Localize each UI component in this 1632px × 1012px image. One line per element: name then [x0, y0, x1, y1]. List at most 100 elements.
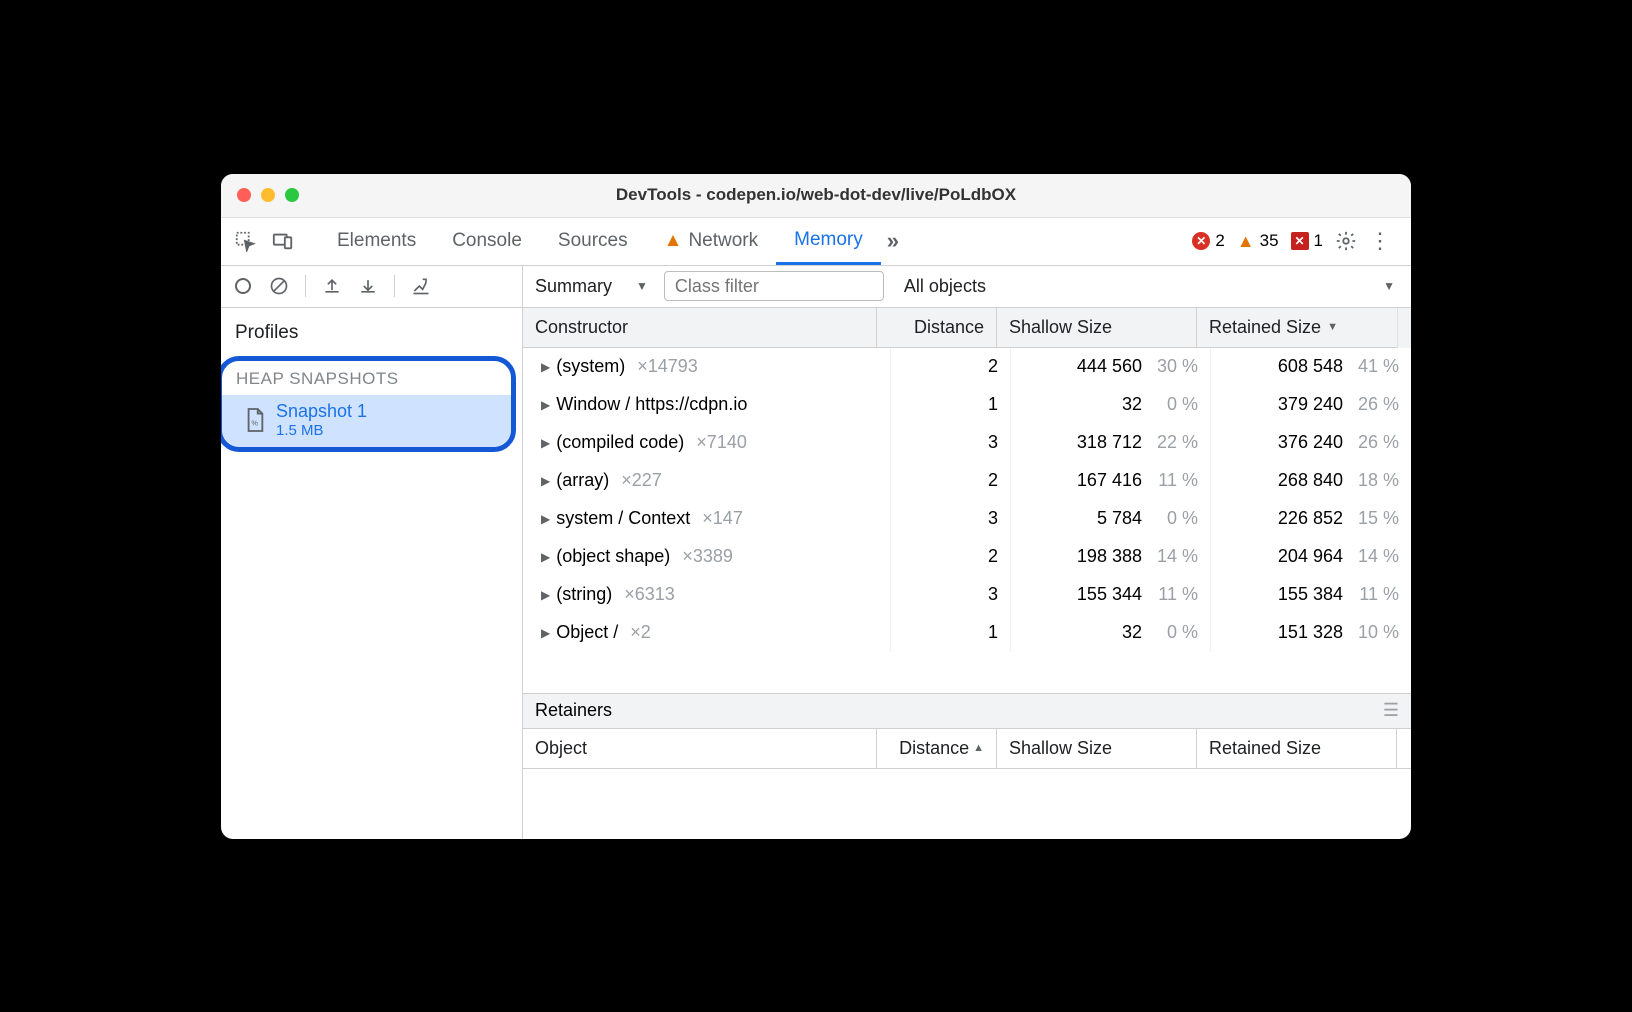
tab-sources[interactable]: Sources: [540, 218, 646, 265]
snapshot-size: 1.5 MB: [276, 422, 367, 439]
shallow-size-value: 5 784: [1097, 508, 1142, 529]
messages-count: 1: [1314, 231, 1323, 251]
close-window-button[interactable]: [237, 188, 251, 202]
device-toggle-icon[interactable]: [271, 229, 295, 253]
tab-memory[interactable]: Memory: [776, 218, 881, 265]
retainers-section-header: Retainers ☰: [523, 693, 1411, 729]
constructor-name: (system): [556, 356, 625, 377]
minimize-window-button[interactable]: [261, 188, 275, 202]
constructor-name: Object /: [556, 622, 618, 643]
record-icon[interactable]: [231, 274, 255, 298]
constructor-name: (string): [556, 584, 612, 605]
shallow-size-pct: 11 %: [1152, 584, 1198, 605]
expand-arrow-icon[interactable]: ▶: [541, 588, 550, 602]
shallow-size-pct: 22 %: [1152, 432, 1198, 453]
retainers-menu-icon[interactable]: ☰: [1383, 700, 1399, 721]
clear-icon[interactable]: [267, 274, 291, 298]
constructor-name: Window / https://cdpn.io: [556, 394, 747, 415]
table-row[interactable]: ▶(array)×2272167 41611 %268 84018 %: [523, 462, 1411, 500]
tabs-overflow-icon[interactable]: »: [887, 228, 899, 254]
constructor-name: (object shape): [556, 546, 670, 567]
main-panel: Summary ▼ All objects ▼ Constructor Dista…: [523, 266, 1411, 839]
view-dropdown[interactable]: Summary ▼: [535, 276, 648, 297]
instance-count: ×3389: [682, 546, 733, 567]
scope-dropdown[interactable]: All objects: [904, 276, 986, 297]
table-row[interactable]: ▶(compiled code)×71403318 71222 %376 240…: [523, 424, 1411, 462]
instance-count: ×6313: [624, 584, 675, 605]
retained-size-value: 268 840: [1278, 470, 1343, 491]
shallow-size-pct: 0 %: [1152, 508, 1198, 529]
profiles-sidebar: Profiles HEAP SNAPSHOTS % Snapshot 1 1.5…: [221, 266, 523, 839]
shallow-size-value: 198 388: [1077, 546, 1142, 567]
tab-console[interactable]: Console: [434, 218, 540, 265]
settings-icon[interactable]: [1335, 230, 1357, 252]
table-body[interactable]: ▶(system)×147932444 56030 %608 54841 %▶W…: [523, 348, 1411, 693]
expand-arrow-icon[interactable]: ▶: [541, 398, 550, 412]
col-distance[interactable]: Distance: [877, 308, 997, 347]
instance-count: ×227: [621, 470, 662, 491]
expand-arrow-icon[interactable]: ▶: [541, 626, 550, 640]
errors-badge[interactable]: ✕2: [1192, 231, 1224, 251]
collect-garbage-icon[interactable]: [409, 274, 433, 298]
constructor-name: (compiled code): [556, 432, 684, 453]
tab-network-label: Network: [688, 230, 758, 252]
shallow-size-value: 32: [1122, 622, 1142, 643]
retained-size-pct: 41 %: [1353, 356, 1399, 377]
distance-value: 2: [891, 538, 1011, 576]
table-row[interactable]: ▶(object shape)×33892198 38814 %204 9641…: [523, 538, 1411, 576]
distance-value: 3: [891, 424, 1011, 462]
col-constructor[interactable]: Constructor: [523, 308, 877, 347]
scrollbar[interactable]: [1397, 308, 1411, 348]
warning-icon: ▲: [664, 230, 683, 252]
retainers-col-retained[interactable]: Retained Size: [1197, 729, 1397, 768]
more-menu-icon[interactable]: ⋮: [1369, 228, 1391, 254]
dropdown-triangle-icon: ▼: [636, 279, 648, 293]
table-row[interactable]: ▶Window / https://cdpn.io1320 %379 24026…: [523, 386, 1411, 424]
table-row[interactable]: ▶(string)×63133155 34411 %155 38411 %: [523, 576, 1411, 614]
retained-size-pct: 26 %: [1353, 394, 1399, 415]
table-row[interactable]: ▶(system)×147932444 56030 %608 54841 %: [523, 348, 1411, 386]
inspect-element-icon[interactable]: [233, 229, 257, 253]
status-area: ✕2 ▲35 ✕1 ⋮: [1192, 228, 1403, 254]
retainers-col-shallow[interactable]: Shallow Size: [997, 729, 1197, 768]
table-row[interactable]: ▶Object /×21320 %151 32810 %: [523, 614, 1411, 652]
retainers-col-object[interactable]: Object: [523, 729, 877, 768]
load-profile-icon[interactable]: [320, 274, 344, 298]
table-row[interactable]: ▶system / Context×14735 7840 %226 85215 …: [523, 500, 1411, 538]
tab-elements[interactable]: Elements: [319, 218, 434, 265]
retained-size-pct: 10 %: [1353, 622, 1399, 643]
expand-arrow-icon[interactable]: ▶: [541, 512, 550, 526]
retained-size-value: 376 240: [1278, 432, 1343, 453]
view-dropdown-label: Summary: [535, 276, 612, 297]
distance-value: 3: [891, 576, 1011, 614]
retained-size-value: 204 964: [1278, 546, 1343, 567]
expand-arrow-icon[interactable]: ▶: [541, 436, 550, 450]
retainers-col-distance[interactable]: Distance: [877, 729, 997, 768]
distance-value: 1: [891, 386, 1011, 424]
sidebar-toolbar: [221, 266, 522, 308]
retained-size-value: 151 328: [1278, 622, 1343, 643]
expand-arrow-icon[interactable]: ▶: [541, 360, 550, 374]
save-profile-icon[interactable]: [356, 274, 380, 298]
instance-count: ×2: [630, 622, 651, 643]
zoom-window-button[interactable]: [285, 188, 299, 202]
shallow-size-pct: 0 %: [1152, 622, 1198, 643]
class-filter-input[interactable]: [664, 271, 884, 301]
window-title: DevTools - codepen.io/web-dot-dev/live/P…: [221, 185, 1411, 205]
instance-count: ×147: [702, 508, 743, 529]
distance-value: 2: [891, 348, 1011, 386]
warnings-count: 35: [1260, 231, 1279, 251]
col-shallow-size[interactable]: Shallow Size: [997, 308, 1197, 347]
tab-network[interactable]: ▲Network: [646, 218, 777, 265]
retained-size-pct: 18 %: [1353, 470, 1399, 491]
snapshot-item[interactable]: % Snapshot 1 1.5 MB: [222, 395, 511, 447]
messages-badge[interactable]: ✕1: [1291, 231, 1323, 251]
expand-arrow-icon[interactable]: ▶: [541, 474, 550, 488]
expand-arrow-icon[interactable]: ▶: [541, 550, 550, 564]
retained-size-value: 608 548: [1278, 356, 1343, 377]
shallow-size-pct: 0 %: [1152, 394, 1198, 415]
col-retained-size[interactable]: Retained Size: [1197, 308, 1397, 347]
scope-dropdown-label: All objects: [904, 276, 986, 297]
scope-dropdown-triangle-icon[interactable]: ▼: [1383, 279, 1395, 293]
warnings-badge[interactable]: ▲35: [1237, 231, 1279, 252]
